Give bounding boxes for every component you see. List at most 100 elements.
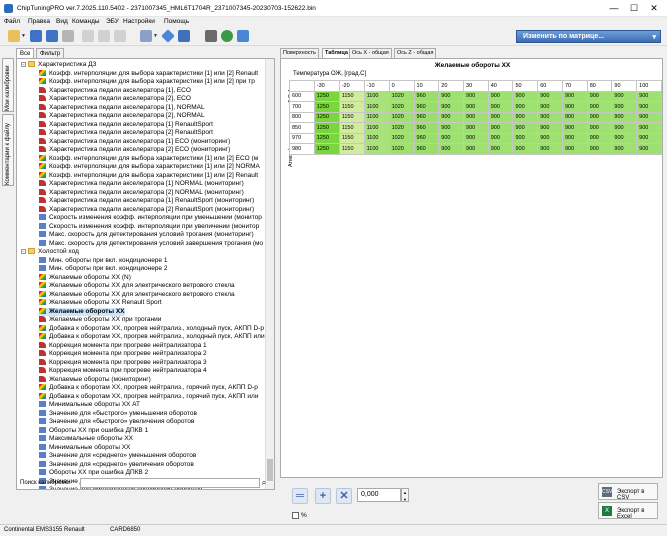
export-excel-button[interactable]: X Экспорт в Excel bbox=[598, 502, 658, 520]
menu-view[interactable]: Вид bbox=[56, 18, 68, 25]
tree-item[interactable]: Характеристика педали акселератора [1], … bbox=[39, 87, 191, 96]
grid-cell[interactable]: 900 bbox=[586, 101, 613, 113]
grid-cell[interactable]: 900 bbox=[512, 122, 539, 134]
tree-item[interactable]: Мин. обороты при вкл. кондиционере 1 bbox=[39, 257, 167, 266]
column-header[interactable]: 90 bbox=[611, 80, 638, 92]
grid-cell[interactable]: 900 bbox=[561, 101, 588, 113]
grid-cell[interactable]: 1020 bbox=[388, 111, 415, 123]
tree-item[interactable]: Минимальные обороты ХХ bbox=[39, 444, 130, 453]
tree-scrollbar[interactable] bbox=[265, 59, 274, 489]
grid-cell[interactable]: 900 bbox=[561, 132, 588, 144]
grid-cell[interactable]: 900 bbox=[586, 132, 613, 144]
grid-cell[interactable]: 900 bbox=[537, 143, 563, 155]
tab-surface[interactable]: Поверхность bbox=[280, 48, 319, 58]
column-header[interactable]: -10 bbox=[363, 80, 390, 92]
tree-item[interactable]: Характеристика педали акселератора [1], … bbox=[39, 104, 205, 113]
tree-item[interactable]: Характеристика педали акселератора [1] N… bbox=[39, 180, 244, 189]
column-header[interactable]: 80 bbox=[586, 80, 613, 92]
help-icon[interactable] bbox=[237, 30, 249, 42]
tree-item[interactable]: Коррекция момента при прогреве нейтрализ… bbox=[39, 350, 207, 359]
grid-cell[interactable]: 900 bbox=[561, 143, 588, 155]
tree-item[interactable]: Характеристика педали акселератора [2] R… bbox=[39, 129, 213, 138]
tree-item[interactable]: Характеристика педали акселератора [2] E… bbox=[39, 146, 230, 155]
save-as-icon[interactable] bbox=[46, 30, 58, 42]
grid-cell[interactable]: 900 bbox=[611, 132, 638, 144]
grid-cell[interactable]: 1150 bbox=[338, 111, 365, 123]
menu-help[interactable]: Помощь bbox=[164, 18, 189, 25]
tree-item[interactable]: Желаемые обороты ХХ (N) bbox=[39, 274, 131, 283]
tree-item[interactable]: Характеристика педали акселератора [2], … bbox=[39, 95, 191, 104]
menu-edit[interactable]: Правка bbox=[28, 18, 50, 25]
open-dropdown-icon[interactable]: ▼ bbox=[21, 33, 26, 39]
tree-item[interactable]: Коэфф. интерполяции для выбора характери… bbox=[39, 155, 258, 164]
equal-button[interactable]: ═ bbox=[292, 488, 308, 504]
column-header[interactable]: 20 bbox=[438, 80, 465, 92]
grid-cell[interactable]: 900 bbox=[636, 90, 662, 102]
grid-cell[interactable]: 900 bbox=[438, 122, 465, 134]
close-button[interactable]: ✕ bbox=[647, 2, 661, 14]
tree-item[interactable]: Желаемые обороты ХХ Renault Sport bbox=[39, 299, 162, 308]
grid-cell[interactable]: 900 bbox=[586, 143, 613, 155]
grid-cell[interactable]: 1250 bbox=[313, 122, 340, 134]
grid-cell[interactable]: 900 bbox=[512, 90, 539, 102]
grid-cell[interactable]: 900 bbox=[636, 132, 662, 144]
grid-cell[interactable]: 900 bbox=[438, 132, 465, 144]
grid-cell[interactable]: 1020 bbox=[388, 132, 415, 144]
menu-ecu[interactable]: ЭБУ bbox=[106, 18, 119, 25]
value-spinner[interactable]: ▲ ▼ bbox=[401, 488, 409, 502]
grid-cell[interactable]: 1100 bbox=[363, 101, 390, 113]
grid-cell[interactable]: 900 bbox=[438, 111, 465, 123]
grid-cell[interactable]: 1250 bbox=[313, 132, 340, 144]
tab-axis-x[interactable]: Ось X - общая bbox=[349, 48, 392, 58]
grid-cell[interactable]: 1150 bbox=[338, 101, 365, 113]
tree-item[interactable]: Добавка к оборотам ХХ, прогрев нейтрализ… bbox=[39, 333, 265, 342]
tab-axis-z[interactable]: Ось Z - общая bbox=[394, 48, 437, 58]
grid-cell[interactable]: 900 bbox=[463, 122, 489, 134]
grid-cell[interactable]: 900 bbox=[512, 143, 539, 155]
map-grid[interactable]: -30 -20 -10 0 10 20 30 40 50 60 70 80 90 100 600 1250 11… bbox=[289, 80, 662, 155]
tools-icon[interactable] bbox=[205, 30, 217, 42]
grid-cell[interactable]: 1250 bbox=[313, 143, 340, 155]
grid-cell[interactable]: 1250 bbox=[313, 111, 340, 123]
grid-cell[interactable]: 900 bbox=[586, 111, 613, 123]
grid-cell[interactable]: 900 bbox=[586, 122, 613, 134]
grid-cell[interactable]: 900 bbox=[636, 111, 662, 123]
grid-cell[interactable]: 900 bbox=[487, 101, 514, 113]
column-header[interactable]: 30 bbox=[463, 80, 489, 92]
grid-cell[interactable]: 1020 bbox=[388, 90, 415, 102]
grid-cell[interactable]: 900 bbox=[611, 143, 638, 155]
menu-commands[interactable]: Команды bbox=[72, 18, 100, 25]
tree-item[interactable]: Коэфф. интерполяции для выбора характери… bbox=[39, 172, 258, 181]
column-header[interactable]: 0 bbox=[388, 80, 415, 92]
tree-folder[interactable]: − Характеристика ДЗ bbox=[21, 61, 96, 70]
grid-cell[interactable]: 900 bbox=[611, 111, 638, 123]
tree-item[interactable]: Макс. скорость для детектирования услови… bbox=[39, 231, 254, 240]
cut-icon[interactable] bbox=[82, 30, 94, 42]
row-header[interactable]: 850 bbox=[289, 122, 315, 134]
tree-item[interactable]: Коррекция момента при прогреве нейтрализ… bbox=[39, 342, 207, 351]
tree-item[interactable]: Характеристика педали акселератора [1] R… bbox=[39, 121, 213, 130]
tree-item[interactable]: Коэфф. интерполяции для выбора характери… bbox=[39, 163, 260, 172]
grid-cell[interactable]: 900 bbox=[611, 90, 638, 102]
grid-cell[interactable]: 1020 bbox=[388, 122, 415, 134]
tree-item[interactable]: Желаемые обороты (мониторинг) bbox=[39, 376, 151, 385]
value-input[interactable]: 0,000 bbox=[357, 488, 401, 502]
save-icon[interactable] bbox=[30, 30, 42, 42]
grid-cell[interactable]: 900 bbox=[636, 122, 662, 134]
percent-checkbox[interactable] bbox=[292, 512, 299, 519]
tree-item[interactable]: Желаемые обороты ХХ bbox=[39, 307, 125, 316]
grid-cell[interactable]: 960 bbox=[413, 101, 440, 113]
row-header[interactable]: 700 bbox=[289, 101, 315, 113]
tab-file-comments[interactable]: Комментарии к файлу bbox=[2, 114, 14, 186]
grid-cell[interactable]: 900 bbox=[512, 111, 539, 123]
grid-cell[interactable]: 900 bbox=[586, 90, 613, 102]
tree-item[interactable]: Добавка к оборотам ХХ, прогрев нейтрализ… bbox=[39, 325, 264, 334]
tab-table[interactable]: Таблица bbox=[322, 48, 351, 58]
grid-cell[interactable]: 900 bbox=[537, 90, 563, 102]
grid-cell[interactable]: 900 bbox=[636, 101, 662, 113]
tree-item[interactable]: Значение для «быстрого» увеличения оборо… bbox=[39, 418, 194, 427]
grid-cell[interactable]: 900 bbox=[537, 101, 563, 113]
grid-cell[interactable]: 900 bbox=[537, 132, 563, 144]
grid-cell[interactable]: 900 bbox=[561, 90, 588, 102]
grid-cell[interactable]: 900 bbox=[487, 143, 514, 155]
